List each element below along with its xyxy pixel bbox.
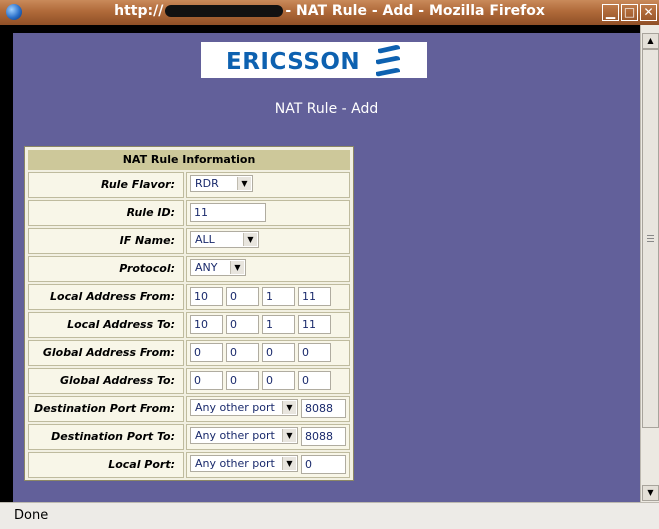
form-row-if-name: IF Name: ALL ▼ <box>28 228 350 255</box>
global-from-octet-1[interactable]: 0 <box>190 343 223 362</box>
local-address-from-cell: 10 0 1 11 <box>186 284 350 310</box>
global-from-octet-3[interactable]: 0 <box>262 343 295 362</box>
destination-port-to-select-value: Any other port <box>195 429 275 442</box>
if-name-value: ALL <box>195 233 215 246</box>
vertical-scrollbar[interactable]: ▲ ▼ <box>640 25 659 502</box>
local-to-octet-1[interactable]: 10 <box>190 315 223 334</box>
title-prefix: http:// <box>114 3 164 19</box>
maximize-button[interactable]: □ <box>621 4 638 21</box>
form-row-rule-flavor: Rule Flavor: RDR ▼ <box>28 172 350 199</box>
global-to-octet-3[interactable]: 0 <box>262 371 295 390</box>
rule-flavor-value: RDR <box>195 177 219 190</box>
local-port-select[interactable]: Any other port ▼ <box>190 455 298 472</box>
chevron-down-icon: ▼ <box>282 457 296 470</box>
form-row-local-port: Local Port: Any other port ▼ 0 <box>28 452 350 479</box>
rule-flavor-label: Rule Flavor: <box>28 172 184 198</box>
local-address-to-label: Local Address To: <box>28 312 184 338</box>
destination-port-from-label: Destination Port From: <box>28 396 184 422</box>
close-button[interactable]: ✕ <box>640 4 657 21</box>
protocol-select[interactable]: ANY ▼ <box>190 259 246 276</box>
local-to-octet-2[interactable]: 0 <box>226 315 259 334</box>
form-row-rule-id: Rule ID: 11 <box>28 200 350 227</box>
rule-id-cell: 11 <box>186 200 350 226</box>
page-title: NAT Rule - Add <box>274 101 379 117</box>
local-address-from-label: Local Address From: <box>28 284 184 310</box>
global-to-octet-2[interactable]: 0 <box>226 371 259 390</box>
global-to-octet-4[interactable]: 0 <box>298 371 331 390</box>
rule-id-input[interactable]: 11 <box>190 203 266 222</box>
global-address-to-cell: 0 0 0 0 <box>186 368 350 394</box>
content-left-edge <box>0 25 13 502</box>
window-title: http:// - NAT Rule - Add - Mozilla Firefo… <box>0 3 659 19</box>
if-name-select[interactable]: ALL ▼ <box>190 231 259 248</box>
protocol-cell: ANY ▼ <box>186 256 350 282</box>
destination-port-from-input[interactable]: 8088 <box>301 399 346 418</box>
logo-text: ERICSSON <box>226 49 361 75</box>
local-from-octet-1[interactable]: 10 <box>190 287 223 306</box>
if-name-label: IF Name: <box>28 228 184 254</box>
redacted-host <box>165 5 284 17</box>
scroll-up-button[interactable]: ▲ <box>642 33 659 49</box>
window-titlebar[interactable]: http:// - NAT Rule - Add - Mozilla Firefo… <box>0 0 659 26</box>
global-address-from-cell: 0 0 0 0 <box>186 340 350 366</box>
chevron-down-icon: ▼ <box>243 233 257 246</box>
page-content: ERICSSON NAT Rule - Add NAT Rule Informa… <box>13 33 640 502</box>
protocol-value: ANY <box>195 261 218 274</box>
minimize-button[interactable]: ▁ <box>602 4 619 21</box>
local-port-input[interactable]: 0 <box>301 455 346 474</box>
ericsson-mark-icon <box>376 45 400 77</box>
form-row-destination-port-from: Destination Port From: Any other port ▼ … <box>28 396 350 423</box>
ericsson-logo: ERICSSON <box>201 42 427 78</box>
destination-port-to-label: Destination Port To: <box>28 424 184 450</box>
rule-id-label: Rule ID: <box>28 200 184 226</box>
chevron-down-icon: ▼ <box>282 429 296 442</box>
status-bar: Done <box>0 502 659 529</box>
form-row-global-address-to: Global Address To: 0 0 0 0 <box>28 368 350 395</box>
destination-port-from-cell: Any other port ▼ 8088 <box>186 396 350 422</box>
global-from-octet-4[interactable]: 0 <box>298 343 331 362</box>
form-row-local-address-to: Local Address To: 10 0 1 11 <box>28 312 350 339</box>
local-port-label: Local Port: <box>28 452 184 478</box>
global-address-to-label: Global Address To: <box>28 368 184 394</box>
local-port-cell: Any other port ▼ 0 <box>186 452 350 478</box>
local-from-octet-2[interactable]: 0 <box>226 287 259 306</box>
scrollbar-grip <box>647 235 654 236</box>
form-row-destination-port-to: Destination Port To: Any other port ▼ 80… <box>28 424 350 451</box>
form-row-global-address-from: Global Address From: 0 0 0 0 <box>28 340 350 367</box>
destination-port-from-select-value: Any other port <box>195 401 275 414</box>
rule-flavor-cell: RDR ▼ <box>186 172 350 198</box>
local-to-octet-3[interactable]: 1 <box>262 315 295 334</box>
destination-port-to-select[interactable]: Any other port ▼ <box>190 427 298 444</box>
global-to-octet-1[interactable]: 0 <box>190 371 223 390</box>
destination-port-to-cell: Any other port ▼ 8088 <box>186 424 350 450</box>
protocol-label: Protocol: <box>28 256 184 282</box>
scrollbar-thumb[interactable] <box>642 49 659 428</box>
scrollbar-grip <box>647 241 654 242</box>
title-suffix: - NAT Rule - Add - Mozilla Firefox <box>285 3 545 19</box>
status-text: Done <box>14 508 49 523</box>
content-top-edge <box>0 25 640 33</box>
local-address-to-cell: 10 0 1 11 <box>186 312 350 338</box>
scroll-down-button[interactable]: ▼ <box>642 485 659 501</box>
form-row-local-address-from: Local Address From: 10 0 1 11 <box>28 284 350 311</box>
chevron-down-icon: ▼ <box>237 177 251 190</box>
form-header: NAT Rule Information <box>28 150 350 170</box>
destination-port-from-select[interactable]: Any other port ▼ <box>190 399 298 416</box>
rule-flavor-select[interactable]: RDR ▼ <box>190 175 253 192</box>
local-from-octet-3[interactable]: 1 <box>262 287 295 306</box>
form-row-protocol: Protocol: ANY ▼ <box>28 256 350 283</box>
nat-rule-form: NAT Rule Information Rule Flavor: RDR ▼ … <box>24 146 354 481</box>
chevron-down-icon: ▼ <box>230 261 244 274</box>
scrollbar-grip <box>647 238 654 239</box>
local-from-octet-4[interactable]: 11 <box>298 287 331 306</box>
global-address-from-label: Global Address From: <box>28 340 184 366</box>
destination-port-to-input[interactable]: 8088 <box>301 427 346 446</box>
local-to-octet-4[interactable]: 11 <box>298 315 331 334</box>
if-name-cell: ALL ▼ <box>186 228 350 254</box>
chevron-down-icon: ▼ <box>282 401 296 414</box>
local-port-select-value: Any other port <box>195 457 275 470</box>
global-from-octet-2[interactable]: 0 <box>226 343 259 362</box>
